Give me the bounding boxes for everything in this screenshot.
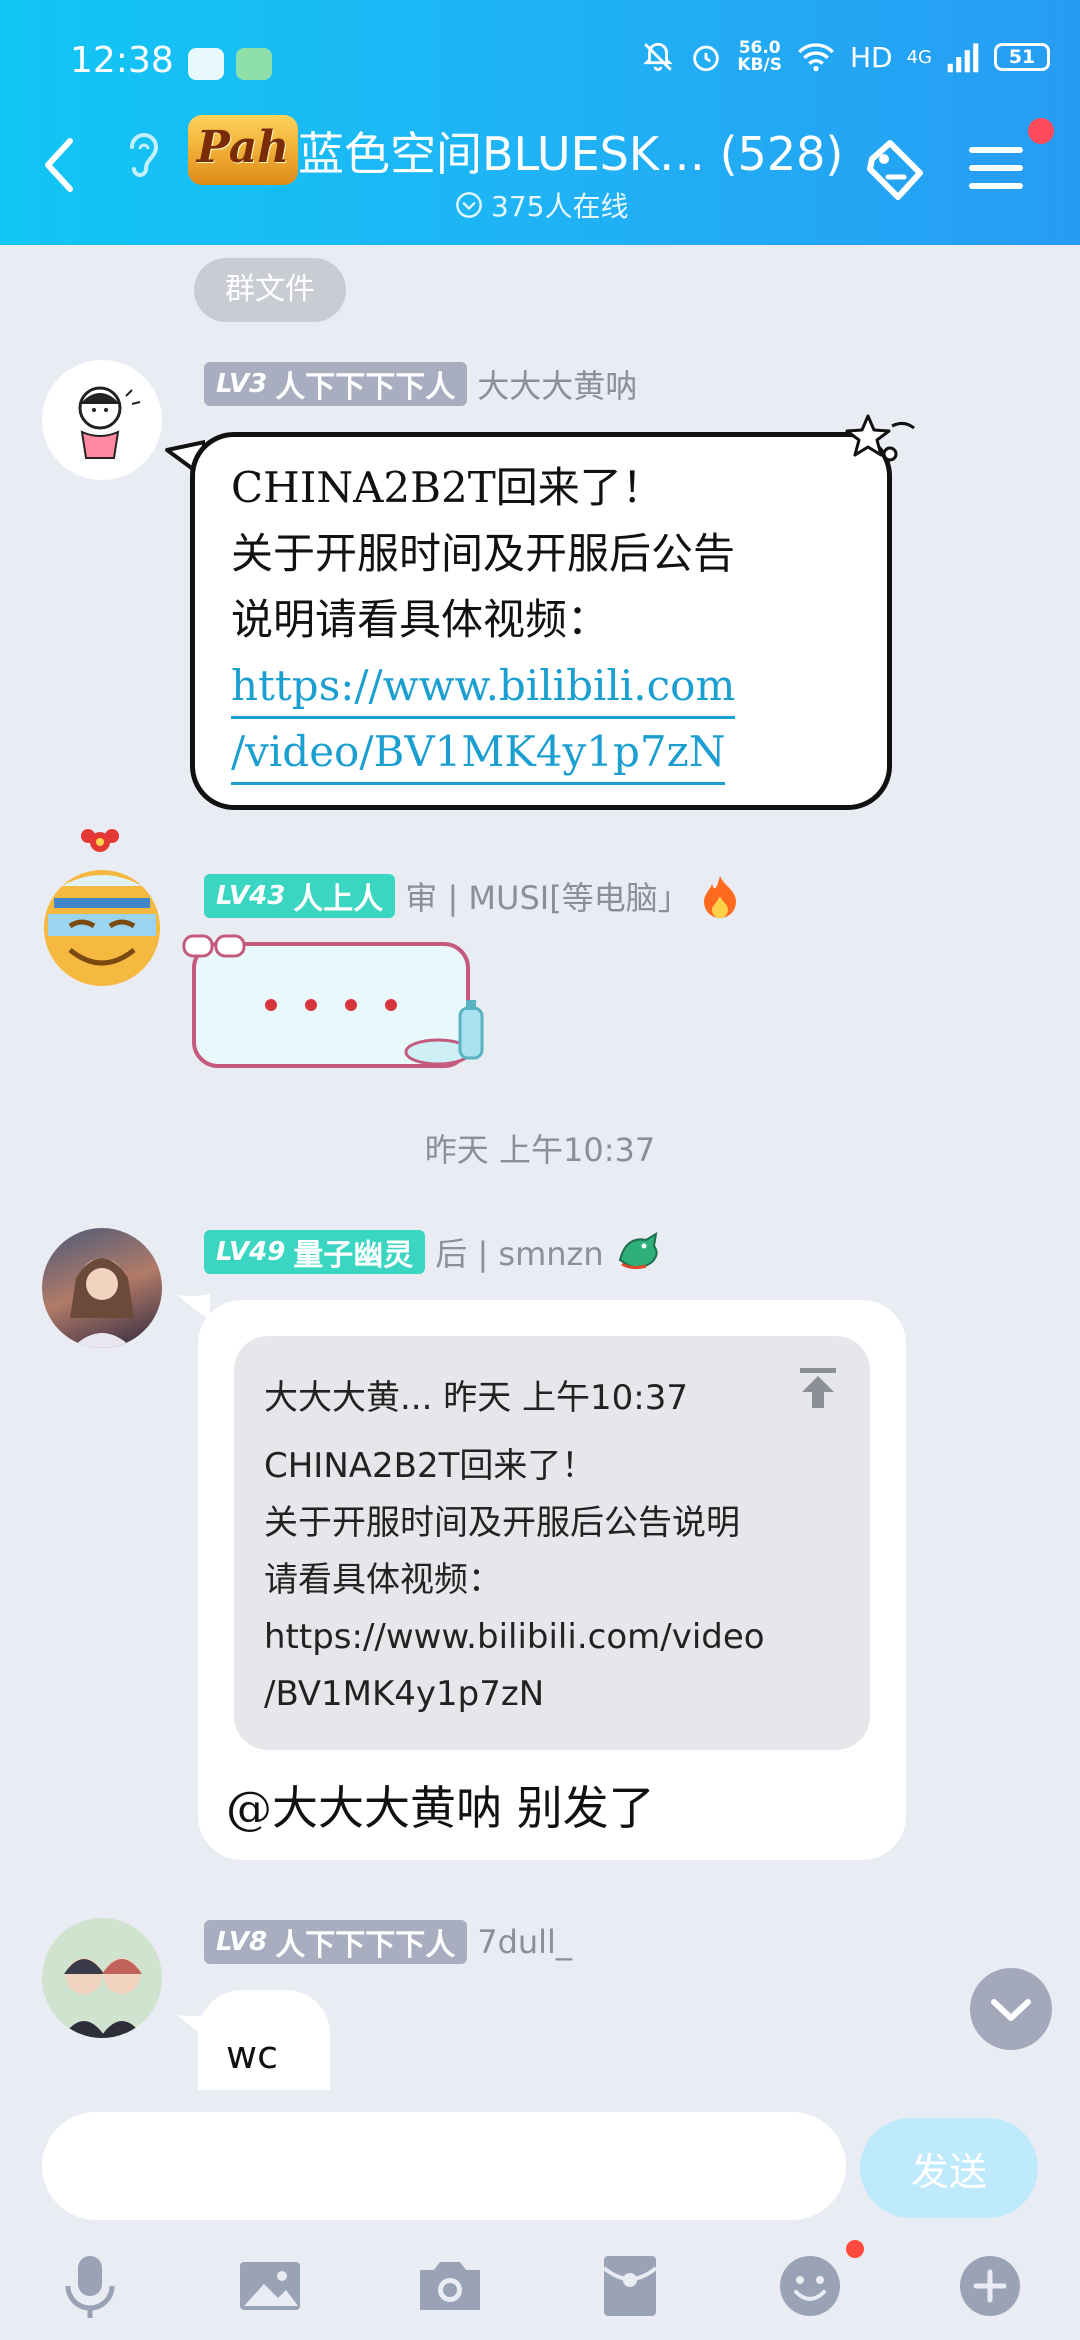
- timestamp-divider: 昨天 上午10:37: [424, 1131, 656, 1169]
- avatar[interactable]: [40, 822, 164, 992]
- chat-header: 12:38 56.0 KB/S HD 4G 51 Pah 蓝色空间BLUESK… …: [0, 0, 1080, 245]
- avatar[interactable]: [42, 360, 162, 480]
- signal-icon: [947, 43, 979, 73]
- reply-text: @大大大黄呐 别发了: [226, 1781, 655, 1835]
- microphone-icon: [65, 2256, 115, 2318]
- mute-bell-icon: [643, 42, 674, 72]
- jump-to-top-icon[interactable]: [796, 1366, 840, 1410]
- input-toolbar: [0, 2230, 1080, 2340]
- sender-name[interactable]: 大大大黄呐: [477, 361, 637, 407]
- anime-avatar: [70, 1258, 134, 1348]
- battery-indicator: 51: [994, 43, 1050, 71]
- image-icon: [240, 2262, 300, 2310]
- group-title[interactable]: 蓝色空间BLUESK… (528): [298, 118, 843, 184]
- message-bubble[interactable]: CHINA2B2T回来了！ 关于开服时间及开服后公告 说明请看具体视频： htt…: [190, 432, 892, 810]
- red-packet-icon: [602, 2256, 658, 2316]
- chevron-down-icon: [991, 1999, 1031, 2021]
- notification-dot: [846, 2240, 864, 2258]
- quote-body: CHINA2B2T回来了！ 关于开服时间及开服后公告说明 请看具体视频： htt…: [264, 1446, 765, 1714]
- wechat-icon: [188, 48, 224, 80]
- camera-button[interactable]: [414, 2250, 486, 2322]
- bubble-tail: [176, 1294, 210, 1320]
- status-time: 12:38: [70, 40, 174, 81]
- voice-button[interactable]: [54, 2250, 126, 2322]
- avatar[interactable]: [42, 1228, 162, 1348]
- dragon-icon: [618, 1232, 658, 1270]
- menu-icon[interactable]: [968, 140, 1024, 196]
- level-badge: LV3 人下下下下人: [204, 362, 468, 406]
- star-icon: [845, 414, 915, 462]
- message-input[interactable]: [42, 2112, 846, 2220]
- soap-bottle-icon: [404, 1000, 484, 1066]
- ear-icon[interactable]: [120, 125, 165, 185]
- hd-label: HD: [849, 40, 893, 74]
- status-bar: 12:38 56.0 KB/S HD 4G 51: [0, 30, 1080, 100]
- emoji-button[interactable]: [774, 2250, 846, 2322]
- network-label: 4G: [906, 46, 932, 68]
- smiley-icon: [780, 2256, 840, 2316]
- sender-row: LV49 量子幽灵 后 | smnzn: [204, 1228, 662, 1276]
- message-line: 说明请看具体视频：: [231, 595, 610, 644]
- message-line: 关于开服时间及开服后公告: [231, 529, 736, 578]
- network-speed: 56.0 KB/S: [737, 38, 782, 75]
- goggles-icon: [182, 934, 246, 958]
- sender-row: LV8 人下下下下人 7dull_: [204, 1918, 572, 1966]
- level-badge: LV49 量子幽灵: [204, 1230, 426, 1274]
- send-button[interactable]: 发送: [860, 2118, 1038, 2218]
- sender-row: LV3 人下下下下人 大大大黄呐: [204, 360, 637, 408]
- back-arrow-icon[interactable]: [40, 135, 80, 195]
- sender-name[interactable]: 审 | MUSI[等电脑」: [405, 873, 689, 919]
- dot: [345, 999, 357, 1011]
- alarm-icon: [693, 45, 720, 72]
- camera-icon: [420, 2262, 480, 2310]
- image-button[interactable]: [234, 2250, 306, 2322]
- sender-name[interactable]: 7dull_: [477, 1923, 572, 1961]
- anime-duo-avatar: [62, 1958, 144, 2038]
- group-files-chip[interactable]: 群文件: [194, 258, 346, 322]
- sender-row: LV43 人上人 审 | MUSI[等电脑」: [204, 872, 740, 920]
- app-notification-icon: [236, 48, 272, 80]
- dot: [305, 999, 317, 1011]
- quoted-message[interactable]: 大大大黄... 昨天 上午10:37 CHINA2B2T回来了！ 关于开服时间及…: [234, 1336, 870, 1750]
- video-link[interactable]: https://www.bilibili.com: [231, 656, 736, 719]
- scroll-to-bottom-button[interactable]: [970, 1968, 1052, 2050]
- group-logo[interactable]: Pah: [188, 115, 298, 185]
- group-tag-icon[interactable]: [858, 135, 930, 207]
- dot: [385, 999, 397, 1011]
- more-button[interactable]: [954, 2250, 1026, 2322]
- level-badge: LV43 人上人: [204, 874, 396, 918]
- video-link[interactable]: /video/BV1MK4y1p7zN: [231, 722, 726, 785]
- fire-icon: [703, 876, 736, 918]
- level-badge: LV8 人下下下下人: [204, 1920, 468, 1964]
- avatar[interactable]: [42, 1918, 162, 2038]
- plus-icon: [960, 2256, 1020, 2316]
- notification-dot: [1028, 118, 1054, 144]
- avatar-drawing: [78, 386, 141, 459]
- chevron-circle-icon: [456, 192, 482, 218]
- message-line: CHINA2B2T回来了！: [231, 463, 664, 512]
- online-count: 375人在线: [455, 185, 628, 225]
- emoji-avatar: [44, 829, 160, 986]
- message-text: wc: [226, 2033, 278, 2077]
- sender-name[interactable]: 后 | smnzn: [435, 1229, 603, 1275]
- quote-header: 大大大黄... 昨天 上午10:37: [264, 1378, 689, 1418]
- status-icons: 56.0 KB/S HD 4G 51: [641, 40, 1050, 74]
- dot: [265, 999, 277, 1011]
- red-packet-button[interactable]: [594, 2250, 666, 2322]
- wifi-icon: [798, 43, 834, 72]
